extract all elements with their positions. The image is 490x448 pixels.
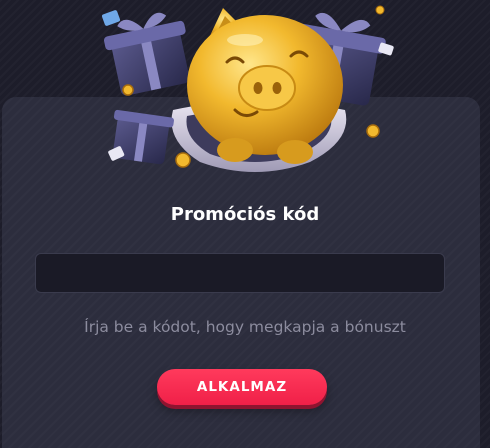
apply-button[interactable]: ALKALMAZ [157,369,327,405]
page-title: Promóciós kód [170,204,320,225]
promo-code-input[interactable] [35,253,445,293]
promo-hint-text: Írja be a kódot, hogy megkapja a bónuszt [84,318,406,336]
piggy-bank-with-gifts-icon [101,5,394,172]
